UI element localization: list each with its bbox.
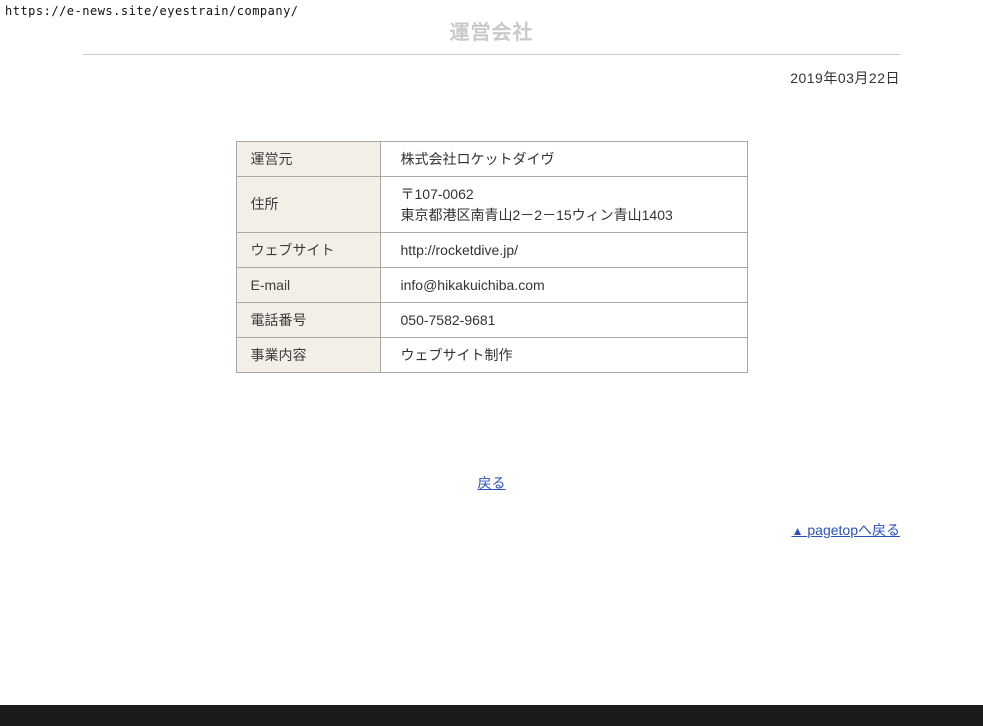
table-row: 運営元 株式会社ロケットダイヴ — [236, 142, 747, 177]
up-triangle-icon: ▲ — [792, 524, 804, 538]
pagetop-link[interactable]: ▲ pagetopへ戻る — [792, 522, 900, 538]
page-title: 運営会社 — [83, 23, 900, 44]
footer-bar — [0, 705, 983, 726]
table-row: E-mail info@hikakuichiba.com — [236, 268, 747, 303]
table-row: 事業内容 ウェブサイト制作 — [236, 338, 747, 373]
date-text: 2019年03月22日 — [83, 70, 900, 87]
pagetop-row: ▲ pagetopへ戻る — [83, 522, 900, 540]
page-container: 運営会社 2019年03月22日 運営元 株式会社ロケットダイヴ 住所 〒107… — [83, 0, 900, 540]
row-value: info@hikakuichiba.com — [380, 268, 747, 303]
table-row: ウェブサイト http://rocketdive.jp/ — [236, 233, 747, 268]
table-row: 電話番号 050-7582-9681 — [236, 303, 747, 338]
row-value: 050-7582-9681 — [380, 303, 747, 338]
table-row: 住所 〒107-0062 東京都港区南青山2－2－15ウィン青山1403 — [236, 177, 747, 233]
row-label: 住所 — [236, 177, 380, 233]
url-annotation: https://e-news.site/eyestrain/company/ — [5, 4, 299, 18]
row-value: ウェブサイト制作 — [380, 338, 747, 373]
row-value: 〒107-0062 東京都港区南青山2－2－15ウィン青山1403 — [380, 177, 747, 233]
company-info-table: 運営元 株式会社ロケットダイヴ 住所 〒107-0062 東京都港区南青山2－2… — [236, 141, 748, 373]
pagetop-link-label: pagetopへ戻る — [807, 522, 900, 538]
row-value: http://rocketdive.jp/ — [380, 233, 747, 268]
row-label: 運営元 — [236, 142, 380, 177]
row-label: ウェブサイト — [236, 233, 380, 268]
row-label: 事業内容 — [236, 338, 380, 373]
row-value: 株式会社ロケットダイヴ — [380, 142, 747, 177]
back-link-row: 戻る — [83, 475, 900, 492]
back-link[interactable]: 戻る — [478, 475, 506, 491]
row-label: 電話番号 — [236, 303, 380, 338]
row-label: E-mail — [236, 268, 380, 303]
